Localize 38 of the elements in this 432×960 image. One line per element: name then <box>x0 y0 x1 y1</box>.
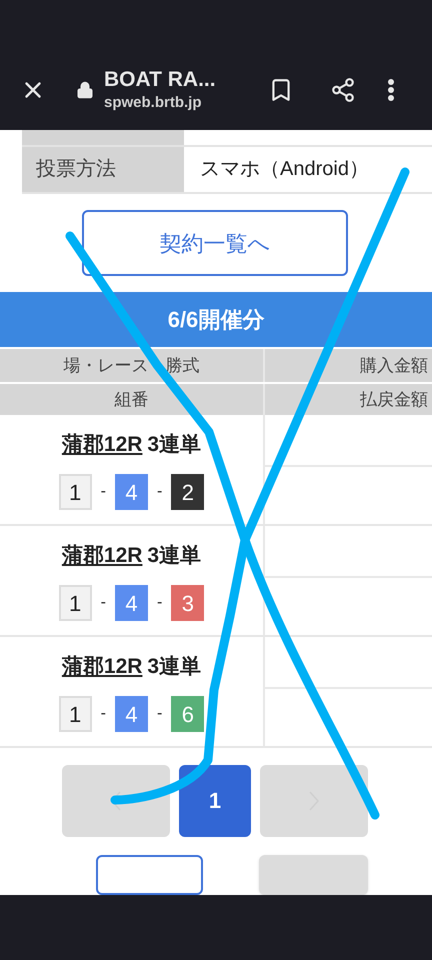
separator: - <box>100 482 107 502</box>
race-link[interactable]: 蒲郡12R <box>62 540 142 572</box>
bet-type: 3連単 <box>147 432 202 458</box>
race-link[interactable]: 蒲郡12R <box>62 650 142 682</box>
separator: - <box>156 704 164 724</box>
boat-number: 1 <box>58 474 92 510</box>
boat-number: 1 <box>58 585 92 622</box>
separator: - <box>100 704 107 724</box>
separator: - <box>100 593 107 614</box>
share-button[interactable] <box>330 77 356 103</box>
boat-number: 4 <box>115 696 148 732</box>
contract-list-button[interactable]: 契約一覧へ <box>82 210 348 276</box>
bet-type: 3連単 <box>147 654 202 680</box>
action-button[interactable] <box>96 854 203 895</box>
boat-number: 6 <box>171 696 204 732</box>
more-button[interactable] <box>388 79 394 101</box>
boat-number: 2 <box>171 474 204 510</box>
separator: - <box>156 482 164 502</box>
page-button[interactable]: 1 <box>179 764 251 837</box>
boat-number: 4 <box>115 474 148 510</box>
column-header: 払戻金額 <box>263 384 432 415</box>
lock-icon <box>76 81 94 99</box>
share-icon <box>330 77 356 103</box>
info-value: スマホ（Android） <box>199 157 370 182</box>
race-link[interactable]: 蒲郡12R <box>62 428 142 460</box>
page-url: spweb.brtb.jp <box>104 93 202 113</box>
boat-number: 1 <box>58 696 92 732</box>
page-title: BOAT RA... <box>104 67 217 93</box>
info-label: 投票方法 <box>22 146 184 192</box>
boat-number: 4 <box>115 585 148 622</box>
column-header: 購入金額 <box>263 349 432 382</box>
separator: - <box>156 593 164 614</box>
section-header: 6/6開催分 <box>0 292 432 348</box>
more-icon <box>388 79 394 101</box>
boat-number: 3 <box>171 585 204 622</box>
bet-type: 3連単 <box>147 542 202 569</box>
column-header: 場・レース 勝式 <box>62 354 200 377</box>
column-header: 組番 <box>114 388 150 411</box>
